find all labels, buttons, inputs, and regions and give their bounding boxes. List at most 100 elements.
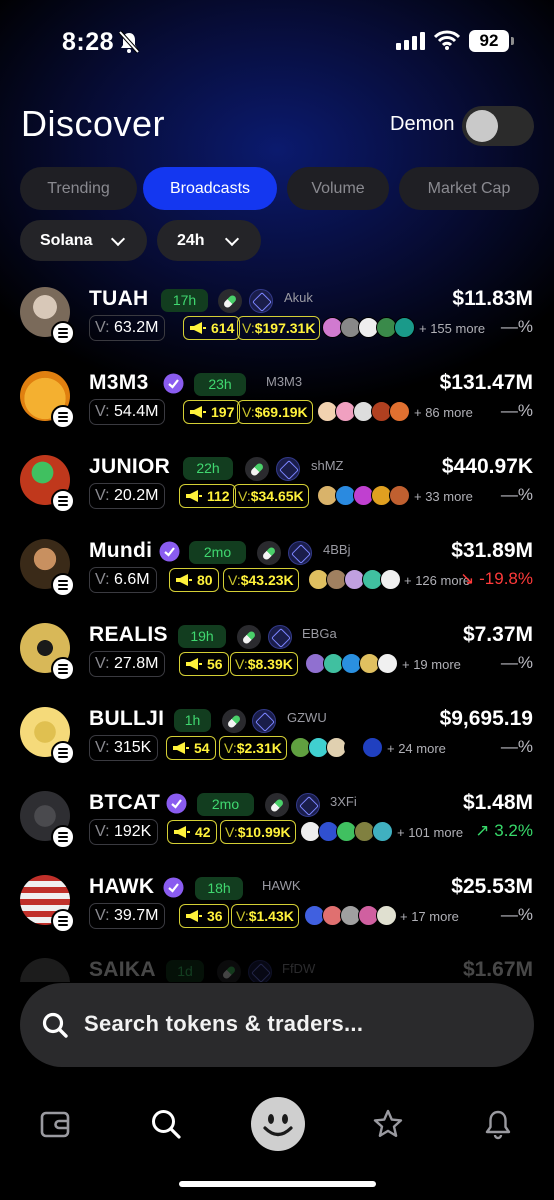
volume-badge: V: 54.4M — [89, 399, 166, 425]
chevron-down-icon — [110, 231, 126, 247]
volume-value: 192K — [113, 823, 152, 840]
tab-broadcasts[interactable]: Broadcasts — [143, 167, 277, 210]
volume-value: 63.2M — [113, 319, 159, 336]
token-name: HAWK — [89, 875, 155, 898]
volume-prefix: V: — [224, 740, 237, 756]
price-change: —% — [500, 317, 533, 336]
megaphone-icon — [190, 322, 206, 334]
volume-usd: $8.39K — [247, 656, 293, 672]
volume-prefix: V: — [238, 488, 251, 504]
search-icon — [42, 1012, 68, 1038]
token-row[interactable]: HAWK 18h HAWK $25.53M V: 39.7M 36 V:$1.4… — [0, 875, 554, 959]
token-name: SAIKA — [89, 958, 156, 981]
volume-badge: V: 63.2M — [89, 315, 166, 341]
broadcast-badge: 614 — [183, 316, 241, 340]
token-age: 17h — [161, 289, 208, 312]
market-cap: $440.97K — [441, 455, 533, 478]
volume-value: 20.2M — [113, 487, 159, 504]
more-holders: + 24 more — [387, 741, 446, 756]
price-change: —% — [500, 485, 533, 504]
pill-icon — [237, 625, 261, 649]
dev-tag: M3M3 — [266, 374, 303, 389]
pill-icon — [222, 709, 246, 733]
broadcast-count: 80 — [197, 572, 213, 588]
token-age: 22h — [183, 457, 233, 480]
tab-volume[interactable]: Volume — [287, 167, 389, 210]
bell-off-icon — [118, 30, 140, 54]
token-row[interactable]: SAIKA 1d FfDW $1.67M — [0, 958, 554, 982]
dev-tag: 4BBj — [323, 542, 351, 557]
volume-badge: V: 6.6M — [89, 567, 157, 593]
solana-icon — [51, 741, 75, 765]
price-change: ↗ 3.2% — [475, 821, 533, 841]
search-placeholder: Search tokens & traders... — [84, 1011, 364, 1036]
volume-usd: $10.99K — [237, 824, 291, 840]
pill-icon — [245, 457, 269, 481]
token-age: 1d — [166, 960, 204, 982]
volume-value: 27.8M — [113, 655, 159, 672]
market-cap: $1.48M — [462, 791, 533, 814]
volume-prefix: V: — [242, 404, 255, 420]
volume-prefix: V: — [95, 907, 110, 924]
volume-usd: $34.65K — [250, 488, 304, 504]
home-indicator — [179, 1181, 376, 1187]
smiley-icon[interactable] — [251, 1097, 305, 1151]
dev-tag: shMZ — [311, 458, 344, 473]
bell-icon[interactable] — [482, 1108, 514, 1140]
trend-down-icon: ↘ — [460, 569, 480, 588]
search-bar[interactable]: Search tokens & traders... — [20, 983, 534, 1067]
token-age: 19h — [178, 625, 226, 648]
star-icon[interactable] — [372, 1108, 404, 1140]
token-age: 23h — [194, 373, 246, 396]
token-name: M3M3 — [89, 371, 149, 394]
dev-tag: 3XFi — [330, 794, 357, 809]
volume-usd: $2.31K — [236, 740, 282, 756]
market-cap: $11.83M — [452, 287, 533, 310]
token-row[interactable]: Mundi 2mo 4BBj $31.89M V: 6.6M 80 V:$43.… — [0, 539, 554, 623]
chevron-down-icon — [224, 231, 240, 247]
volume-usd-badge: V:$43.23K — [223, 568, 299, 592]
timeframe-filter[interactable]: 24h — [157, 220, 261, 261]
status-bar: 8:28 92 — [0, 0, 554, 80]
demon-toggle[interactable] — [462, 106, 534, 146]
volume-usd: $1.43K — [248, 908, 294, 924]
token-row[interactable]: TUAH 17h Akuk $11.83M V: 63.2M 614 V:$19… — [0, 287, 554, 371]
category-tabs: Trending Broadcasts Volume Market Cap — [20, 167, 554, 210]
token-name: REALIS — [89, 623, 168, 646]
token-row[interactable]: BTCAT 2mo 3XFi $1.48M V: 192K 42 V:$10.9… — [0, 791, 554, 875]
token-row[interactable]: JUNIOR 22h shMZ $440.97K V: 20.2M 112 V:… — [0, 455, 554, 539]
volume-usd-badge: V:$69.19K — [237, 400, 313, 424]
chain-filter[interactable]: Solana — [20, 220, 147, 261]
volume-prefix: V: — [95, 319, 110, 336]
raydium-icon — [288, 541, 312, 565]
market-cap: $7.37M — [462, 623, 533, 646]
broadcast-badge: 54 — [166, 736, 216, 760]
volume-prefix: V: — [225, 824, 238, 840]
tab-trending[interactable]: Trending — [20, 167, 137, 210]
verified-icon — [159, 541, 180, 562]
price-change: —% — [500, 905, 533, 924]
market-cap: $9,695.19 — [439, 707, 533, 730]
pill-icon — [217, 960, 241, 982]
search-tab-icon[interactable] — [150, 1108, 182, 1140]
volume-usd-badge: V:$8.39K — [230, 652, 298, 676]
token-row[interactable]: M3M3 23h M3M3 $131.47M V: 54.4M 197 V:$6… — [0, 371, 554, 455]
broadcast-badge: 42 — [167, 820, 217, 844]
volume-value: 315K — [113, 739, 152, 756]
token-age: 1h — [174, 709, 211, 732]
dev-tag: FfDW — [282, 961, 316, 976]
timeframe-filter-label: 24h — [177, 232, 205, 249]
wallet-icon[interactable] — [40, 1108, 72, 1140]
raydium-icon — [248, 960, 272, 982]
token-row[interactable]: BULLJI 1h GZWU $9,695.19 V: 315K 54 V:$2… — [0, 707, 554, 791]
token-age: 18h — [195, 877, 243, 900]
broadcast-badge: 112 — [179, 484, 236, 508]
volume-prefix: V: — [95, 403, 110, 420]
broadcast-count: 614 — [211, 320, 235, 336]
tab-market-cap[interactable]: Market Cap — [399, 167, 539, 210]
token-row[interactable]: REALIS 19h EBGa $7.37M V: 27.8M 56 V:$8.… — [0, 623, 554, 707]
more-holders: + 19 more — [402, 657, 461, 672]
raydium-icon — [252, 709, 276, 733]
volume-prefix: V: — [228, 572, 241, 588]
market-cap: $131.47M — [439, 371, 533, 394]
